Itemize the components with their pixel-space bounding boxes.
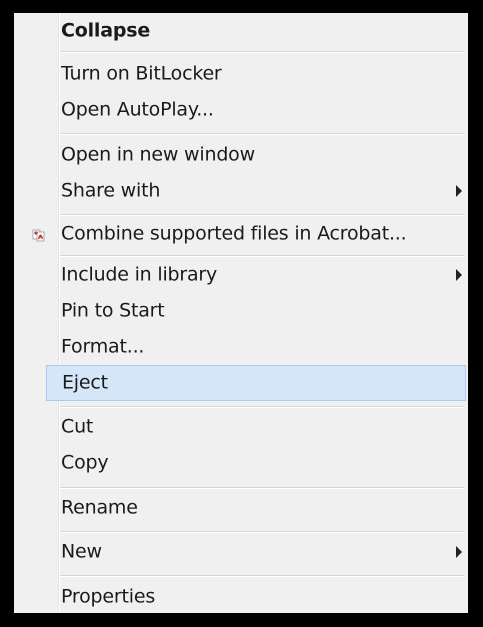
menu-item-label: Properties: [61, 585, 156, 608]
menu-item-label: Copy: [61, 451, 109, 474]
menu-item-properties[interactable]: Properties: [16, 579, 466, 613]
menu-item-label: Eject: [62, 371, 108, 394]
menu-item-rename[interactable]: Rename: [16, 490, 466, 526]
chevron-right-icon: [456, 546, 462, 558]
menu-item-open-autoplay[interactable]: Open AutoPlay...: [16, 92, 466, 128]
menu-separator-highlight: [60, 134, 464, 135]
menu-item-collapse[interactable]: Collapse: [16, 13, 466, 49]
chevron-right-icon: [456, 185, 462, 197]
menu-item-label: Combine supported files in Acrobat...: [61, 222, 407, 245]
menu-item-label: Turn on BitLocker: [61, 62, 222, 85]
menu-item-share-with[interactable]: Share with: [16, 173, 466, 209]
chevron-right-icon: [456, 269, 462, 281]
menu-item-cut[interactable]: Cut: [16, 409, 466, 445]
acrobat-icon: [32, 227, 46, 242]
menu-item-label: Include in library: [61, 263, 218, 286]
menu-item-combine-in-acrobat[interactable]: Combine supported files in Acrobat...: [16, 216, 466, 252]
menu-item-label: Format...: [61, 335, 145, 358]
menu-item-label: Pin to Start: [61, 299, 165, 322]
menu-item-pin-to-start[interactable]: Pin to Start: [16, 293, 466, 329]
menu-item-copy[interactable]: Copy: [16, 445, 466, 481]
menu-separator-highlight: [60, 576, 464, 577]
context-menu: Collapse Turn on BitLocker Open AutoPlay…: [14, 13, 468, 613]
menu-separator-highlight: [60, 52, 464, 53]
menu-item-label: New: [61, 540, 102, 563]
menu-separator-highlight: [60, 488, 464, 489]
menu-item-turn-on-bitlocker[interactable]: Turn on BitLocker: [16, 56, 466, 92]
menu-separator-highlight: [60, 532, 464, 533]
menu-item-label: Open in new window: [61, 143, 255, 166]
menu-item-label: Share with: [61, 179, 161, 202]
menu-separator-highlight: [60, 407, 464, 408]
menu-item-eject[interactable]: Eject: [46, 365, 466, 401]
menu-item-include-in-library[interactable]: Include in library: [16, 257, 466, 293]
menu-item-label: Open AutoPlay...: [61, 98, 214, 121]
menu-item-label: Rename: [61, 496, 138, 519]
menu-item-new[interactable]: New: [16, 534, 466, 570]
menu-item-open-in-new-window[interactable]: Open in new window: [16, 137, 466, 173]
menu-item-label: Collapse: [61, 19, 151, 42]
menu-item-label: Cut: [61, 415, 94, 438]
menu-item-format[interactable]: Format...: [16, 329, 466, 365]
